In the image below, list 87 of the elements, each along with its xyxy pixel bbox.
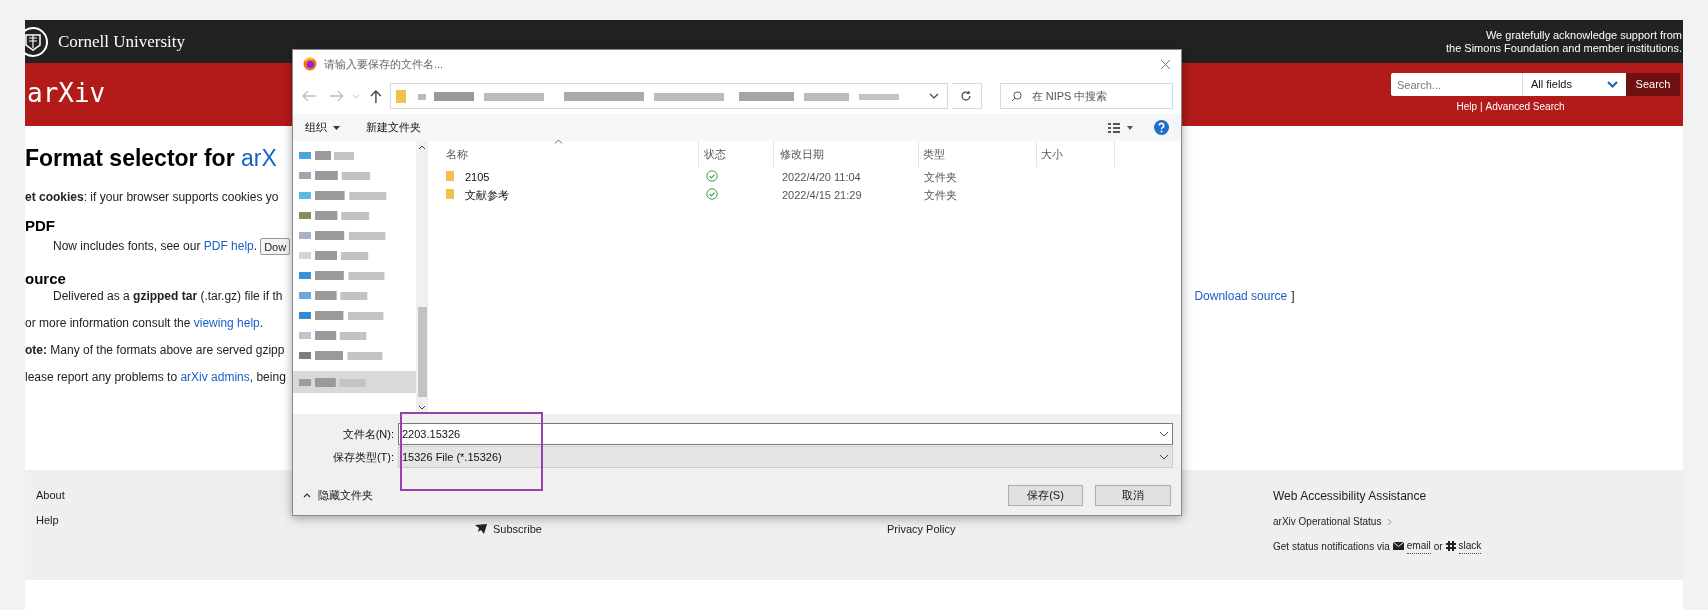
organize-menu[interactable]: 组织 (305, 119, 340, 136)
chevron-down-icon[interactable] (929, 93, 940, 99)
footer-link[interactable]: Web Accessibility Assistance (1273, 487, 1482, 505)
page-title: Format selector for arX (25, 145, 277, 171)
chevron-right-icon (1387, 517, 1393, 526)
file-date: 2022/4/20 11:04 (782, 170, 861, 185)
save-button[interactable]: 保存(S) (1008, 485, 1083, 506)
institution-name: Cornell University (58, 30, 185, 53)
notice-text: Get status notifications via (1273, 539, 1390, 554)
footer-link[interactable]: Help (36, 511, 450, 528)
paragraph: or more information consult the viewing help. (25, 315, 264, 332)
up-arrow-icon[interactable] (370, 89, 383, 103)
folder-icon (396, 89, 407, 103)
hash-icon (1445, 541, 1456, 551)
search-field[interactable]: 在 NIPS 中搜索 (999, 83, 1173, 109)
scroll-up-icon[interactable] (418, 145, 426, 150)
file-type: 文件夹 (924, 170, 957, 185)
link[interactable]: viewing help (193, 316, 260, 330)
paragraph: ote: Many of the formats above are served gzipp (25, 342, 285, 359)
link[interactable]: arXiv admins (180, 370, 250, 384)
paragraph: lease report any problems to arXiv admins, being (25, 369, 286, 386)
title-link[interactable]: arX (241, 145, 277, 171)
column-header[interactable]: 状态 (704, 145, 726, 163)
paragraph: et cookies: if your browser supports cookies yo (25, 189, 279, 206)
section-heading: PDF (25, 218, 55, 234)
link-separator: | (1480, 100, 1483, 114)
file-name: 文献参考 (465, 188, 509, 203)
footer-link[interactable]: Privacy Policy (887, 521, 956, 538)
search-button[interactable]: Search (1626, 73, 1680, 96)
dialog-title: 请输入要保存的文件名... (324, 56, 444, 72)
hide-folders-toggle[interactable]: 隐藏文件夹 (303, 487, 373, 504)
chevron-down-icon[interactable] (1159, 454, 1169, 460)
filetype-label: 保存类型(T): (331, 449, 395, 465)
sort-caret-icon (554, 139, 563, 144)
back-arrow-icon[interactable] (301, 90, 317, 102)
caret-icon[interactable] (352, 93, 361, 99)
filetype-dropdown[interactable]: 15326 File (*.15326) (398, 446, 1173, 468)
file-type: 文件夹 (924, 188, 957, 203)
search-icon (1010, 90, 1022, 102)
field-dropdown[interactable]: All fields (1522, 73, 1626, 96)
synced-check-icon (706, 170, 718, 182)
chevron-down-icon[interactable] (1159, 431, 1169, 437)
filename-label: 文件名(N): (341, 426, 395, 442)
help-icon[interactable] (1154, 120, 1169, 135)
bracket-text: ] (1291, 288, 1295, 305)
refresh-button[interactable] (952, 83, 982, 109)
paragraph: Delivered as a gzipped tar (.tar.gz) file if th (53, 288, 283, 305)
file-row[interactable]: 文献参考 2022/4/15 21:29 文件夹 (428, 185, 1181, 203)
notice-text: or (1433, 539, 1443, 554)
column-header[interactable]: 修改日期 (780, 145, 824, 163)
header-link[interactable]: Help (1456, 99, 1477, 114)
support-text: We gratefully acknowledge support from (1485, 28, 1682, 42)
column-header[interactable]: 类型 (923, 145, 945, 163)
file-name: 2105 (465, 170, 490, 185)
chevron-down-icon (1607, 81, 1618, 88)
email-link[interactable]: email (1406, 538, 1431, 554)
chevron-up-icon (303, 493, 311, 498)
file-date: 2022/4/15 21:29 (782, 188, 862, 203)
synced-check-icon (706, 188, 718, 200)
footer-link[interactable]: arXiv Operational Status (1273, 514, 1382, 529)
paragraph: Now includes fonts, see our PDF help. (53, 238, 258, 255)
browser-logo-icon (303, 57, 317, 71)
link[interactable]: PDF help (203, 239, 254, 253)
forward-arrow-icon[interactable] (328, 90, 345, 102)
seal-icon (25, 26, 49, 57)
column-header[interactable]: 名称 (446, 145, 468, 163)
file-row[interactable]: 2105 2022/4/20 11:04 文件夹 (428, 167, 1181, 185)
link[interactable]: Download source (1194, 287, 1288, 305)
column-header[interactable]: 大小 (1041, 145, 1063, 163)
scrollbar-thumb[interactable] (417, 307, 427, 397)
section-heading: ource (25, 271, 66, 287)
arxiv-logo[interactable]: arXiv (27, 78, 106, 108)
cancel-button[interactable]: 取消 (1095, 485, 1171, 506)
filename-field[interactable]: 2203.15326 (398, 423, 1173, 445)
new-folder-button[interactable]: 新建文件夹 (366, 119, 421, 136)
refresh-icon (960, 90, 973, 102)
footer-link[interactable]: Subscribe (493, 521, 542, 538)
support-text: the Simons Foundation and member institutions. (1445, 41, 1682, 55)
search-field[interactable]: Search... (1391, 73, 1522, 96)
slack-link[interactable]: slack (1458, 538, 1482, 554)
download-button[interactable]: Dow (260, 237, 291, 255)
header-link[interactable]: Advanced Search (1485, 99, 1565, 114)
close-icon[interactable] (1160, 58, 1171, 70)
envelope-icon (1392, 542, 1404, 550)
scrollbar[interactable] (416, 141, 428, 414)
scroll-down-icon[interactable] (418, 405, 426, 410)
view-options-icon[interactable] (1108, 122, 1134, 133)
